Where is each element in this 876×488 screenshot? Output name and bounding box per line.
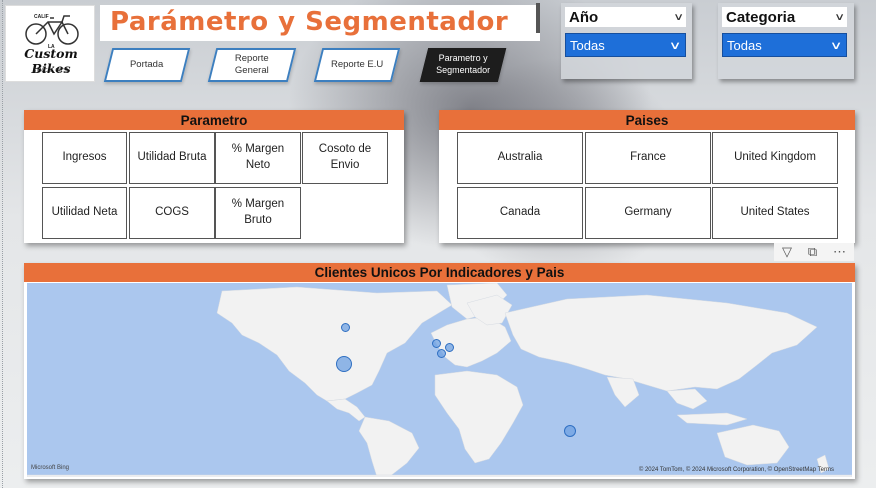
focus-mode-icon[interactable]: ⧉ bbox=[808, 244, 817, 260]
chevron-down-icon: ∨ bbox=[829, 39, 843, 52]
pais-option[interactable]: Canada bbox=[457, 187, 583, 239]
nav-button-reporte-general[interactable]: Reporte General bbox=[207, 48, 297, 82]
visual-toolbar: ▽ ⧉ ⋯ bbox=[774, 243, 854, 261]
parametro-option[interactable]: COGS bbox=[129, 187, 215, 239]
map-title: Clientes Unicos Por Indicadores y Pais bbox=[24, 263, 855, 282]
parametro-option[interactable]: % Margen Neto bbox=[215, 132, 301, 184]
more-options-icon[interactable]: ⋯ bbox=[833, 244, 846, 260]
nav-label: Portada bbox=[130, 58, 164, 70]
parametro-option[interactable]: Utilidad Neta bbox=[42, 187, 127, 239]
chevron-down-icon: ∨ bbox=[668, 39, 682, 52]
slicer-category-dropdown[interactable]: Todas ∨ bbox=[722, 33, 847, 57]
logo: CALIF LA Custom Bikes SINCE 60'S bbox=[5, 5, 95, 82]
nav-button-reporte-eu[interactable]: Reporte E.U bbox=[313, 48, 401, 82]
title-accent-bar bbox=[536, 3, 540, 33]
chevron-down-icon: ∨ bbox=[833, 11, 845, 23]
chevron-down-icon: ∨ bbox=[672, 11, 684, 23]
nav-button-portada[interactable]: Portada bbox=[103, 48, 191, 82]
slicer-category-header[interactable]: Categoria ∨ bbox=[722, 7, 847, 27]
paises-header: Paises bbox=[439, 110, 855, 130]
pais-option[interactable]: Australia bbox=[457, 132, 583, 184]
page-edge bbox=[2, 0, 3, 488]
parametro-option[interactable]: Ingresos bbox=[42, 132, 127, 184]
nav-label: Reporte E.U bbox=[330, 58, 384, 70]
title-box: Parámetro y Segmentador bbox=[100, 5, 540, 41]
paises-panel: Paises Australia France United Kingdom C… bbox=[439, 110, 855, 243]
map-bubble-france[interactable] bbox=[437, 349, 446, 358]
page-title: Parámetro y Segmentador bbox=[110, 7, 509, 37]
logo-since: SINCE 60'S bbox=[32, 68, 70, 74]
map-canvas[interactable]: Microsoft Bing © 2024 TomTom, © 2024 Mic… bbox=[27, 283, 852, 477]
map-bubble-united-states[interactable] bbox=[336, 356, 352, 372]
filter-icon[interactable]: ▽ bbox=[782, 244, 792, 260]
map-bubble-canada[interactable] bbox=[341, 323, 350, 332]
pais-option[interactable]: United States bbox=[712, 187, 838, 239]
parametro-header: Parametro bbox=[24, 110, 404, 130]
map-copyright[interactable]: © 2024 TomTom, © 2024 Microsoft Corporat… bbox=[639, 467, 834, 473]
world-map bbox=[27, 283, 852, 477]
map-panel: Clientes Unicos Por Indicadores y Pais M… bbox=[24, 263, 855, 479]
pais-option[interactable]: France bbox=[585, 132, 711, 184]
map-bubble-united-kingdom[interactable] bbox=[432, 339, 441, 348]
slicer-year-header[interactable]: Año ∨ bbox=[565, 7, 686, 27]
slicer-category: Categoria ∨ Todas ∨ bbox=[718, 3, 854, 79]
parametro-option[interactable]: Cosoto de Envio bbox=[302, 132, 388, 184]
map-bubble-germany[interactable] bbox=[445, 343, 454, 352]
parametro-panel: Parametro Ingresos Utilidad Bruta % Marg… bbox=[24, 110, 404, 243]
slicer-category-value: Todas bbox=[727, 37, 762, 53]
nav-label: Parametro y Segmentador bbox=[435, 53, 491, 75]
pais-option[interactable]: Germany bbox=[585, 187, 711, 239]
parametro-option[interactable]: Utilidad Bruta bbox=[129, 132, 215, 184]
slicer-category-label: Categoria bbox=[726, 8, 796, 26]
slicer-year-label: Año bbox=[569, 8, 599, 26]
pais-option[interactable]: United Kingdom bbox=[712, 132, 838, 184]
nav-label: Reporte General bbox=[235, 52, 269, 76]
map-bubble-australia[interactable] bbox=[564, 425, 576, 437]
slicer-year-value: Todas bbox=[570, 37, 605, 53]
slicer-year: Año ∨ Todas ∨ bbox=[561, 3, 692, 79]
logo-calif: CALIF bbox=[34, 14, 49, 20]
parametro-option[interactable]: % Margen Bruto bbox=[215, 187, 301, 239]
slicer-year-dropdown[interactable]: Todas ∨ bbox=[565, 33, 686, 57]
bing-attribution: Microsoft Bing bbox=[31, 465, 70, 471]
nav-button-parametro-segmentador[interactable]: Parametro y Segmentador bbox=[419, 48, 507, 82]
